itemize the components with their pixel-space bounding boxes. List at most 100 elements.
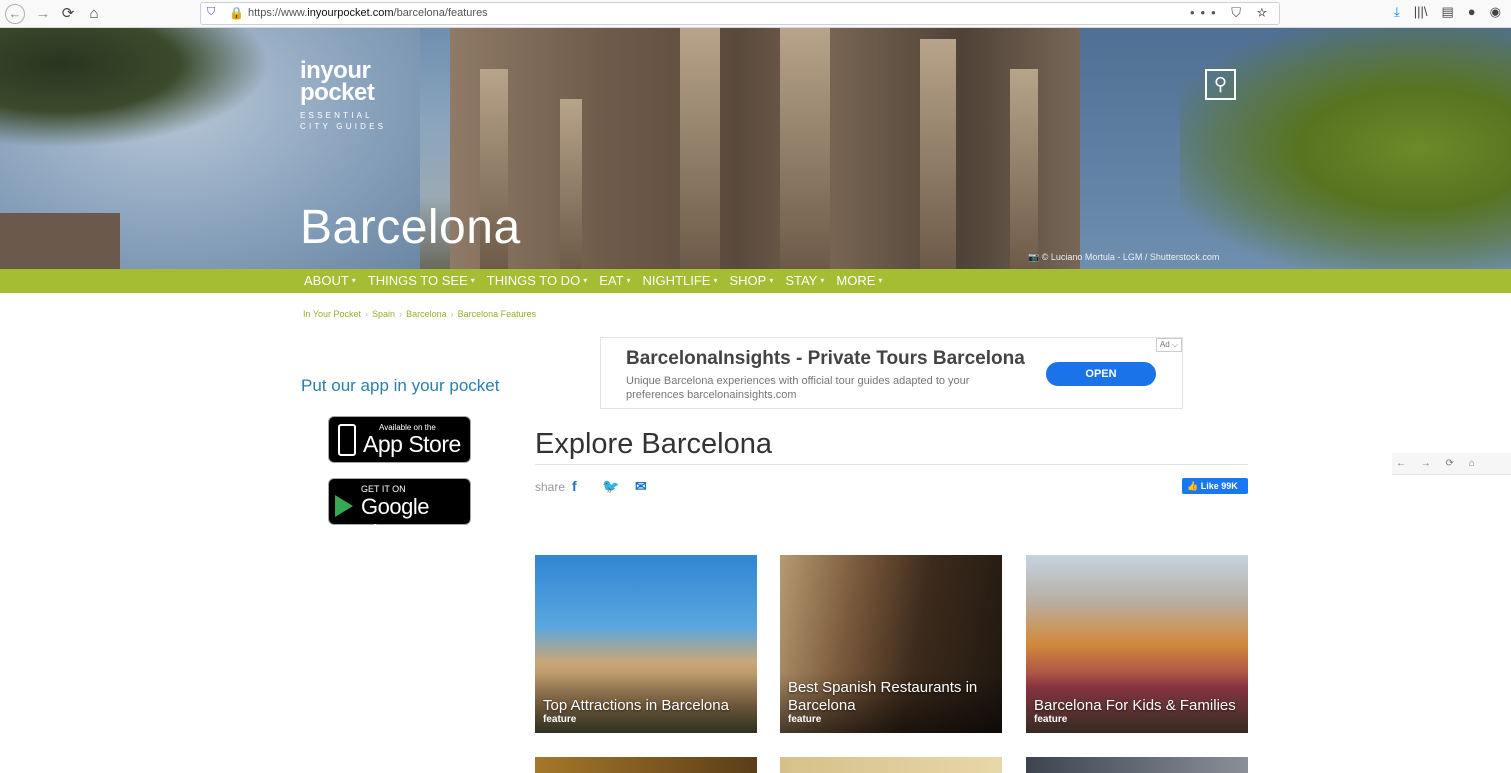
nav-item-label: NIGHTLIFE <box>642 273 711 288</box>
app-promo-heading: Put our app in your pocket <box>301 376 500 395</box>
site-logo[interactable]: inyour pocket ESSENTIAL CITY GUIDES <box>300 59 387 132</box>
cathedral-spire <box>560 99 582 269</box>
ad-open-button[interactable]: OPEN <box>1046 362 1156 386</box>
facebook-icon[interactable]: f <box>572 478 577 494</box>
nav-item-label: MORE <box>836 273 876 288</box>
city-title: Barcelona <box>300 201 521 254</box>
breadcrumb-separator: › <box>450 309 454 319</box>
ad-title[interactable]: BarcelonaInsights - Private Tours Barcel… <box>626 348 1025 370</box>
hero-cathedral <box>450 28 1090 269</box>
forward-icon[interactable]: → <box>32 3 54 25</box>
nav-item-things-to-do[interactable]: THINGS TO DO ▾ <box>487 269 587 293</box>
feature-card-partial[interactable] <box>780 757 1002 773</box>
library-icon[interactable]: |||\ <box>1414 4 1428 20</box>
facebook-like-button[interactable]: 👍 Like 99K <box>1182 478 1248 494</box>
page-actions-icons[interactable]: ••• ⛉ ☆ <box>1190 5 1273 21</box>
caret-down-icon: ▾ <box>626 276 631 285</box>
card-title[interactable]: Best Spanish Restaurants in Barcelona <box>788 679 994 715</box>
ad-banner[interactable]: BarcelonaInsights - Private Tours Barcel… <box>600 337 1183 409</box>
logo-tagline1: ESSENTIAL <box>300 111 373 120</box>
cathedral-spire <box>680 28 720 269</box>
breadcrumb-item[interactable]: In Your Pocket <box>303 309 361 319</box>
card-tag: feature <box>1034 714 1068 725</box>
nav-item-label: THINGS TO DO <box>486 273 581 288</box>
feature-card[interactable]: Top Attractions in Barcelona feature <box>535 555 757 733</box>
nav-item-about[interactable]: ABOUT ▾ <box>304 269 356 293</box>
nav-item-things-to-see[interactable]: THINGS TO SEE ▾ <box>368 269 475 293</box>
email-icon[interactable]: ✉ <box>635 478 647 495</box>
nav-item-stay[interactable]: STAY ▾ <box>785 269 824 293</box>
caret-down-icon: ▾ <box>820 276 825 285</box>
search-button[interactable]: ⚲ <box>1205 69 1236 100</box>
nav-item-label: THINGS TO SEE <box>367 273 468 288</box>
nav-item-more[interactable]: MORE ▾ <box>836 269 882 293</box>
account-icon[interactable]: ◉ <box>1490 4 1501 20</box>
url-domain: inyourpocket.com <box>307 7 394 19</box>
caret-down-icon: ▾ <box>351 276 356 285</box>
search-icon: ⚲ <box>1213 74 1228 94</box>
caret-down-icon: ▾ <box>878 276 883 285</box>
feature-card-partial[interactable] <box>1026 757 1248 773</box>
reload-icon[interactable]: ⟳ <box>57 3 79 25</box>
cathedral-spire <box>920 39 956 269</box>
caret-down-icon: ▾ <box>583 276 588 285</box>
nav-items: ABOUT ▾ THINGS TO SEE ▾ THINGS TO DO ▾ EAT ▾… <box>304 269 894 293</box>
logo-line2: pocket <box>300 79 375 106</box>
feature-card-partial[interactable] <box>535 757 757 773</box>
photo-credit: 📷 © Luciano Mortula - LGM / Shutterstock… <box>1028 252 1220 262</box>
title-divider <box>535 464 1248 465</box>
nav-item-nightlife[interactable]: NIGHTLIFE ▾ <box>643 269 718 293</box>
twitter-icon[interactable]: 🐦 <box>602 478 619 495</box>
url-path: /barcelona/features <box>393 7 488 19</box>
ad-choices-badge[interactable]: Ad ⌵ <box>1155 338 1182 352</box>
nav-item-label: SHOP <box>729 273 767 288</box>
ad-description: Unique Barcelona experiences with offici… <box>626 375 970 401</box>
nav-item-label: STAY <box>785 273 818 288</box>
logo-tagline2: CITY GUIDES <box>300 122 387 131</box>
download-icon[interactable]: ⤓ <box>1394 4 1400 20</box>
shield-icon[interactable]: ⛉ <box>207 6 219 20</box>
sidebar-icon[interactable]: ▤ <box>1442 4 1454 20</box>
nav-item-shop[interactable]: SHOP ▾ <box>729 269 773 293</box>
card-tag: feature <box>543 714 577 725</box>
breadcrumb-item[interactable]: Barcelona <box>406 309 447 319</box>
caret-down-icon: ▾ <box>769 276 774 285</box>
app-store-badge[interactable]: Available on the App Store <box>328 416 471 463</box>
toolbar-icons: ⤓ |||\ ▤ ● ◉ <box>1394 4 1501 20</box>
hero-banner: inyour pocket ESSENTIAL CITY GUIDES ⚲ Ba… <box>0 28 1511 269</box>
hero-foliage-right <box>1180 28 1511 269</box>
nav-item-eat[interactable]: EAT ▾ <box>599 269 630 293</box>
google-play-small-text: GET IT ON <box>361 484 406 494</box>
cathedral-spire <box>780 28 830 269</box>
lock-icon[interactable]: 🔒 <box>229 6 244 20</box>
caret-down-icon: ▾ <box>713 276 718 285</box>
url-prefix: https://www. <box>248 7 308 19</box>
browser-toolbar: ← → ⟳ ⌂ ⛉ 🔒 https://www.inyourpocket.com… <box>0 0 1511 28</box>
breadcrumb-separator: › <box>399 309 403 319</box>
cathedral-spire <box>1010 69 1038 269</box>
app-store-big-text: App Store <box>363 431 461 457</box>
card-tag: feature <box>788 714 822 725</box>
card-title[interactable]: Barcelona For Kids & Families <box>1034 697 1240 715</box>
back-icon[interactable]: ← <box>5 4 25 24</box>
page-title: Explore Barcelona <box>535 428 772 460</box>
hero-foliage-left <box>0 28 270 148</box>
phone-icon <box>338 424 356 456</box>
url-bar[interactable]: ⛉ 🔒 https://www.inyourpocket.com/barcelo… <box>200 2 1280 25</box>
feature-card[interactable]: Barcelona For Kids & Families feature <box>1026 555 1248 733</box>
home-icon[interactable]: ⌂ <box>83 3 105 25</box>
url-text[interactable]: https://www.inyourpocket.com/barcelona/f… <box>248 7 488 19</box>
embedded-browser-toolbar: ← → ⟳ ⌂ <box>1392 453 1511 475</box>
nav-item-label: ABOUT <box>304 273 349 288</box>
google-play-badge[interactable]: GET IT ON Google play <box>328 478 471 545</box>
google-play-big-text: Google play <box>361 494 429 545</box>
breadcrumb-item[interactable]: Spain <box>372 309 395 319</box>
breadcrumb: In Your Pocket › Spain › Barcelona › Barcelona… <box>303 309 536 319</box>
card-title[interactable]: Top Attractions in Barcelona <box>543 697 749 715</box>
main-nav: ABOUT ▾ THINGS TO SEE ▾ THINGS TO DO ▾ EAT ▾… <box>0 269 1511 293</box>
breadcrumb-item[interactable]: Barcelona Features <box>458 309 537 319</box>
extension-icon[interactable]: ● <box>1468 4 1476 20</box>
feature-card[interactable]: Best Spanish Restaurants in Barcelona fe… <box>780 555 1002 733</box>
google-play-icon <box>335 495 353 517</box>
share-label: share <box>535 480 566 494</box>
